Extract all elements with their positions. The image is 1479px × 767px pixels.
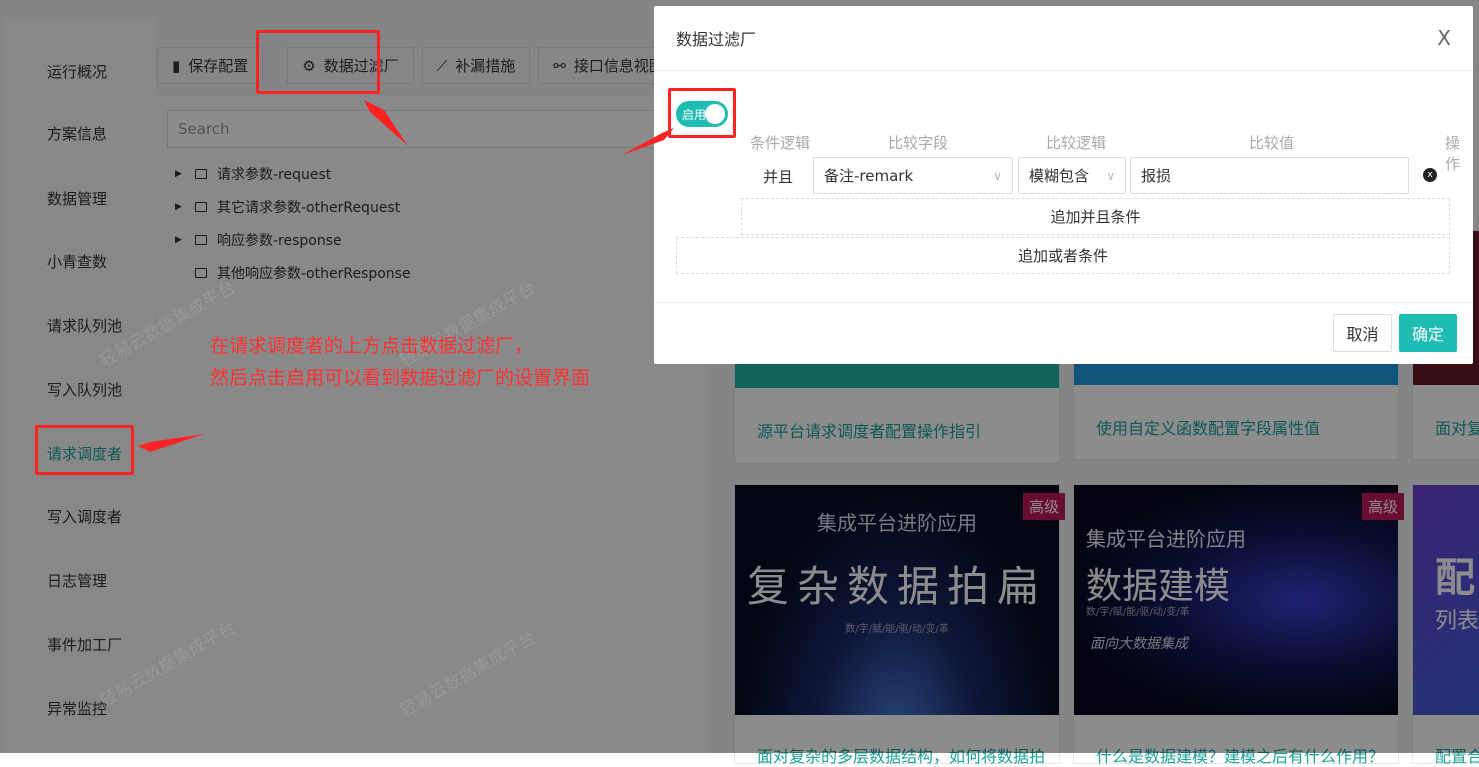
arrow-icon	[364, 100, 408, 146]
arrow-icon	[622, 128, 674, 155]
arrow-icon	[138, 434, 204, 452]
annotation-line: 在请求调度者的上方点击数据过滤厂，	[210, 335, 534, 357]
annotation-line: 然后点击启用可以看到数据过滤厂的设置界面	[210, 367, 591, 389]
annotation-text: 在请求调度者的上方点击数据过滤厂， 然后点击启用可以看到数据过滤厂的设置界面	[210, 330, 590, 394]
